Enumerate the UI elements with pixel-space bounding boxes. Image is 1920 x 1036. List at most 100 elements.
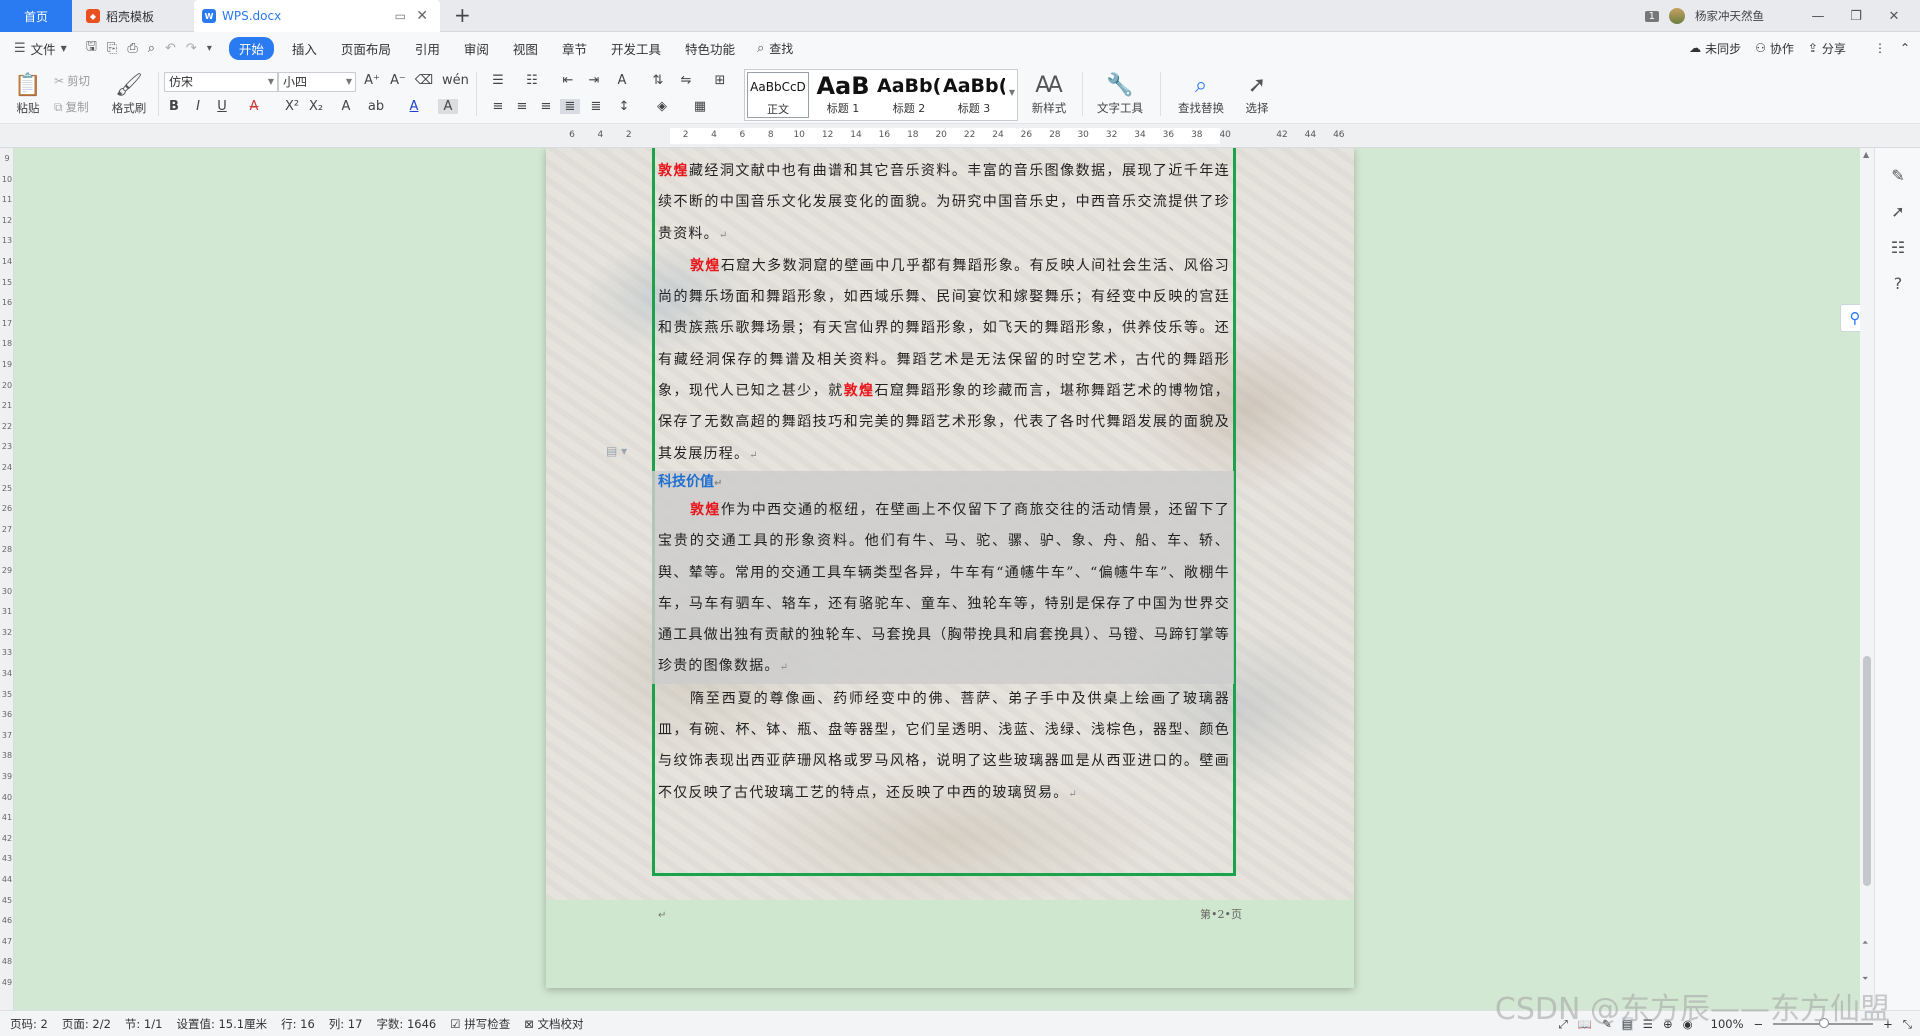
monitor-icon[interactable]: ▭ xyxy=(395,9,406,23)
status-setting[interactable]: 设置值: 15.1厘米 xyxy=(176,1016,267,1032)
status-section[interactable]: 节: 1/1 xyxy=(125,1016,163,1032)
paragraph-glass[interactable]: 隋至西夏的尊像画、药师经变中的佛、菩萨、弟子手中及供桌上绘画了玻璃器皿，有碗、杯… xyxy=(658,684,1230,810)
numbered-list-icon[interactable]: ☷ xyxy=(522,73,542,88)
close-window-icon[interactable]: ✕ xyxy=(1880,9,1908,24)
show-hide-icon[interactable]: ⇋ xyxy=(676,73,696,88)
share-icon[interactable]: ⇪ xyxy=(1808,41,1818,55)
paragraph-music[interactable]: 敦煌藏经洞文献中也有曲谱和其它音乐资料。丰富的音乐图像数据，展现了近千年连续不断… xyxy=(658,156,1230,251)
chevron-down-icon[interactable]: ▼ xyxy=(61,44,67,53)
sort-icon[interactable]: ⇅ xyxy=(648,73,668,88)
tab-page-layout[interactable]: 页面布局 xyxy=(341,39,391,58)
clear-format-icon[interactable]: ⌫ xyxy=(414,73,434,88)
collab-icon[interactable]: ⚇ xyxy=(1755,41,1766,55)
page-note-icon[interactable]: ▤ ▾ xyxy=(606,444,627,458)
style-heading-3[interactable]: AaBb( 标题 3 xyxy=(943,72,1005,118)
status-col[interactable]: 列: 17 xyxy=(329,1016,363,1032)
document-body[interactable]: 敦煌藏经洞文献中也有曲谱和其它音乐资料。丰富的音乐图像数据，展现了近千年连续不断… xyxy=(652,156,1234,810)
status-row[interactable]: 行: 16 xyxy=(281,1016,315,1032)
tab-review[interactable]: 审阅 xyxy=(464,39,489,58)
tab-developer[interactable]: 开发工具 xyxy=(611,39,661,58)
paragraph-dance[interactable]: 敦煌石窟大多数洞窟的壁画中几乎都有舞蹈形象。有反映人间社会生活、风俗习尚的舞乐场… xyxy=(658,251,1230,471)
prev-page-icon[interactable]: ⏶ xyxy=(1862,938,1868,948)
save-icon[interactable]: 🖫 xyxy=(86,37,97,59)
pointer-icon[interactable]: ➚ xyxy=(1888,202,1908,221)
document-workspace[interactable]: ▤ ▾ 敦煌藏经洞文献中也有曲谱和其它音乐资料。丰富的音乐图像数据，展现了近千年… xyxy=(14,148,1860,1010)
scrollbar-thumb[interactable] xyxy=(1863,656,1871,886)
hamburger-icon[interactable]: ☰ xyxy=(14,41,26,56)
tab-features[interactable]: 特色功能 xyxy=(685,39,735,58)
find-replace-button[interactable]: ⌕ 查找替换 xyxy=(1168,70,1234,120)
print-preview-icon[interactable]: ⌕ xyxy=(148,41,155,56)
avatar[interactable] xyxy=(1669,8,1685,24)
spell-check-button[interactable]: ☑ 拼写检查 xyxy=(450,1016,510,1032)
text-effect-icon[interactable]: A xyxy=(336,99,356,114)
settings-sliders-icon[interactable]: ☷ xyxy=(1888,238,1908,257)
align-center-icon[interactable]: ≡ xyxy=(512,99,532,114)
chinese-layout-icon[interactable]: A xyxy=(612,73,632,88)
style-normal[interactable]: AaBbCcD 正文 xyxy=(747,72,809,118)
sync-icon[interactable]: ☁ xyxy=(1689,41,1701,55)
cut-button[interactable]: ✂ 剪切 xyxy=(54,72,90,90)
collapse-ribbon-icon[interactable]: ⌃ xyxy=(1900,41,1910,55)
line-spacing-icon[interactable]: ↕ xyxy=(614,99,634,114)
font-color-icon[interactable]: A xyxy=(404,99,424,114)
more-icon[interactable]: ⋮ xyxy=(1874,41,1886,55)
scroll-up-icon[interactable]: ▲ xyxy=(1863,150,1869,159)
phonetic-icon[interactable]: wén xyxy=(442,73,469,88)
copy-button[interactable]: ⧉ 复制 xyxy=(54,98,89,116)
bold-icon[interactable]: B xyxy=(164,99,184,114)
shading-icon[interactable]: ◈ xyxy=(652,99,672,114)
style-heading-2[interactable]: AaBb( 标题 2 xyxy=(877,72,941,118)
underline-icon[interactable]: U xyxy=(212,99,232,114)
tab-home[interactable]: 首页 xyxy=(0,0,72,32)
next-page-icon[interactable]: ⏷ xyxy=(1862,974,1868,984)
customize-icon[interactable]: ▾ xyxy=(207,43,212,54)
tab-view[interactable]: 视图 xyxy=(513,39,538,58)
char-shading-icon[interactable]: A xyxy=(438,99,458,114)
tab-references[interactable]: 引用 xyxy=(415,39,440,58)
align-left-icon[interactable]: ≡ xyxy=(488,99,508,114)
align-right-icon[interactable]: ≡ xyxy=(536,99,556,114)
maximize-icon[interactable]: ❐ xyxy=(1842,9,1870,24)
format-painter-button[interactable]: 🖌 格式刷 xyxy=(108,70,150,120)
vertical-scrollbar[interactable]: ▲ ⏶ ⏷ xyxy=(1860,148,1874,1010)
status-words[interactable]: 字数: 1646 xyxy=(376,1016,436,1032)
undo-icon[interactable]: ↶ xyxy=(165,41,176,56)
font-name-select[interactable]: 仿宋 ▼ xyxy=(164,72,278,92)
fit-page-icon[interactable]: ⤡ xyxy=(1903,1017,1912,1032)
horizontal-ruler[interactable]: 6 4 2 2 4 6 8 10 12 14 16 18 20 22 24 26 28 30 32 34 36 38 40 4… xyxy=(0,124,1920,148)
print-icon[interactable]: ⎙ xyxy=(127,41,137,56)
status-page-code[interactable]: 页码: 2 xyxy=(10,1016,48,1032)
proofread-button[interactable]: ⊠ 文档校对 xyxy=(524,1016,583,1032)
tab-chapter[interactable]: 章节 xyxy=(562,39,587,58)
selected-section[interactable]: 科技价值↵ 敦煌作为中西交通的枢纽，在壁画上不仅留下了商旅交往的活动情景，还留下… xyxy=(652,470,1234,684)
styles-more-icon[interactable]: ▼ xyxy=(1009,88,1015,97)
increase-indent-icon[interactable]: ⇥ xyxy=(584,73,604,88)
tab-template[interactable]: ◆ 稻壳模板 xyxy=(74,0,190,32)
document-page[interactable]: ▤ ▾ 敦煌藏经洞文献中也有曲谱和其它音乐资料。丰富的音乐图像数据，展现了近千年… xyxy=(546,148,1354,988)
sync-status[interactable]: 未同步 xyxy=(1705,40,1741,57)
vertical-ruler[interactable]: 9 10 11 12 13 14 15 16 17 18 19 20 21 22 23 24 25 26 27 28 2… xyxy=(0,148,14,1010)
new-tab-icon[interactable]: + xyxy=(454,3,471,27)
paragraph-tech[interactable]: 敦煌作为中西交通的枢纽，在壁画上不仅留下了商旅交往的活动情景，还留下了宝贵的交通… xyxy=(658,495,1230,684)
borders-icon[interactable]: ▦ xyxy=(690,99,710,114)
shrink-font-icon[interactable]: A⁻ xyxy=(388,73,408,88)
highlight-icon[interactable]: ab xyxy=(366,99,386,114)
collab-button[interactable]: 协作 xyxy=(1770,40,1794,57)
notification-badge[interactable]: 1 xyxy=(1644,10,1659,22)
superscript-icon[interactable]: X² xyxy=(282,99,302,114)
close-tab-icon[interactable]: ✕ xyxy=(416,8,428,24)
edit-icon[interactable]: ✎ xyxy=(1888,166,1908,185)
section-heading[interactable]: 科技价值↵ xyxy=(658,471,1230,495)
select-button[interactable]: ➚ 选择 xyxy=(1236,70,1278,120)
file-menu[interactable]: 文件 xyxy=(31,39,56,58)
minimize-icon[interactable]: — xyxy=(1804,9,1832,24)
new-style-button[interactable]: Ꜳ 新样式 xyxy=(1024,70,1074,120)
export-icon[interactable]: ⎘ xyxy=(107,41,117,56)
distributed-icon[interactable]: ≣ xyxy=(586,99,606,114)
style-heading-1[interactable]: AaB 标题 1 xyxy=(811,72,875,118)
italic-icon[interactable]: I xyxy=(188,99,208,114)
tab-insert[interactable]: 插入 xyxy=(292,39,317,58)
tab-start[interactable]: 开始 xyxy=(228,36,274,60)
bullet-list-icon[interactable]: ☰ xyxy=(488,73,508,88)
